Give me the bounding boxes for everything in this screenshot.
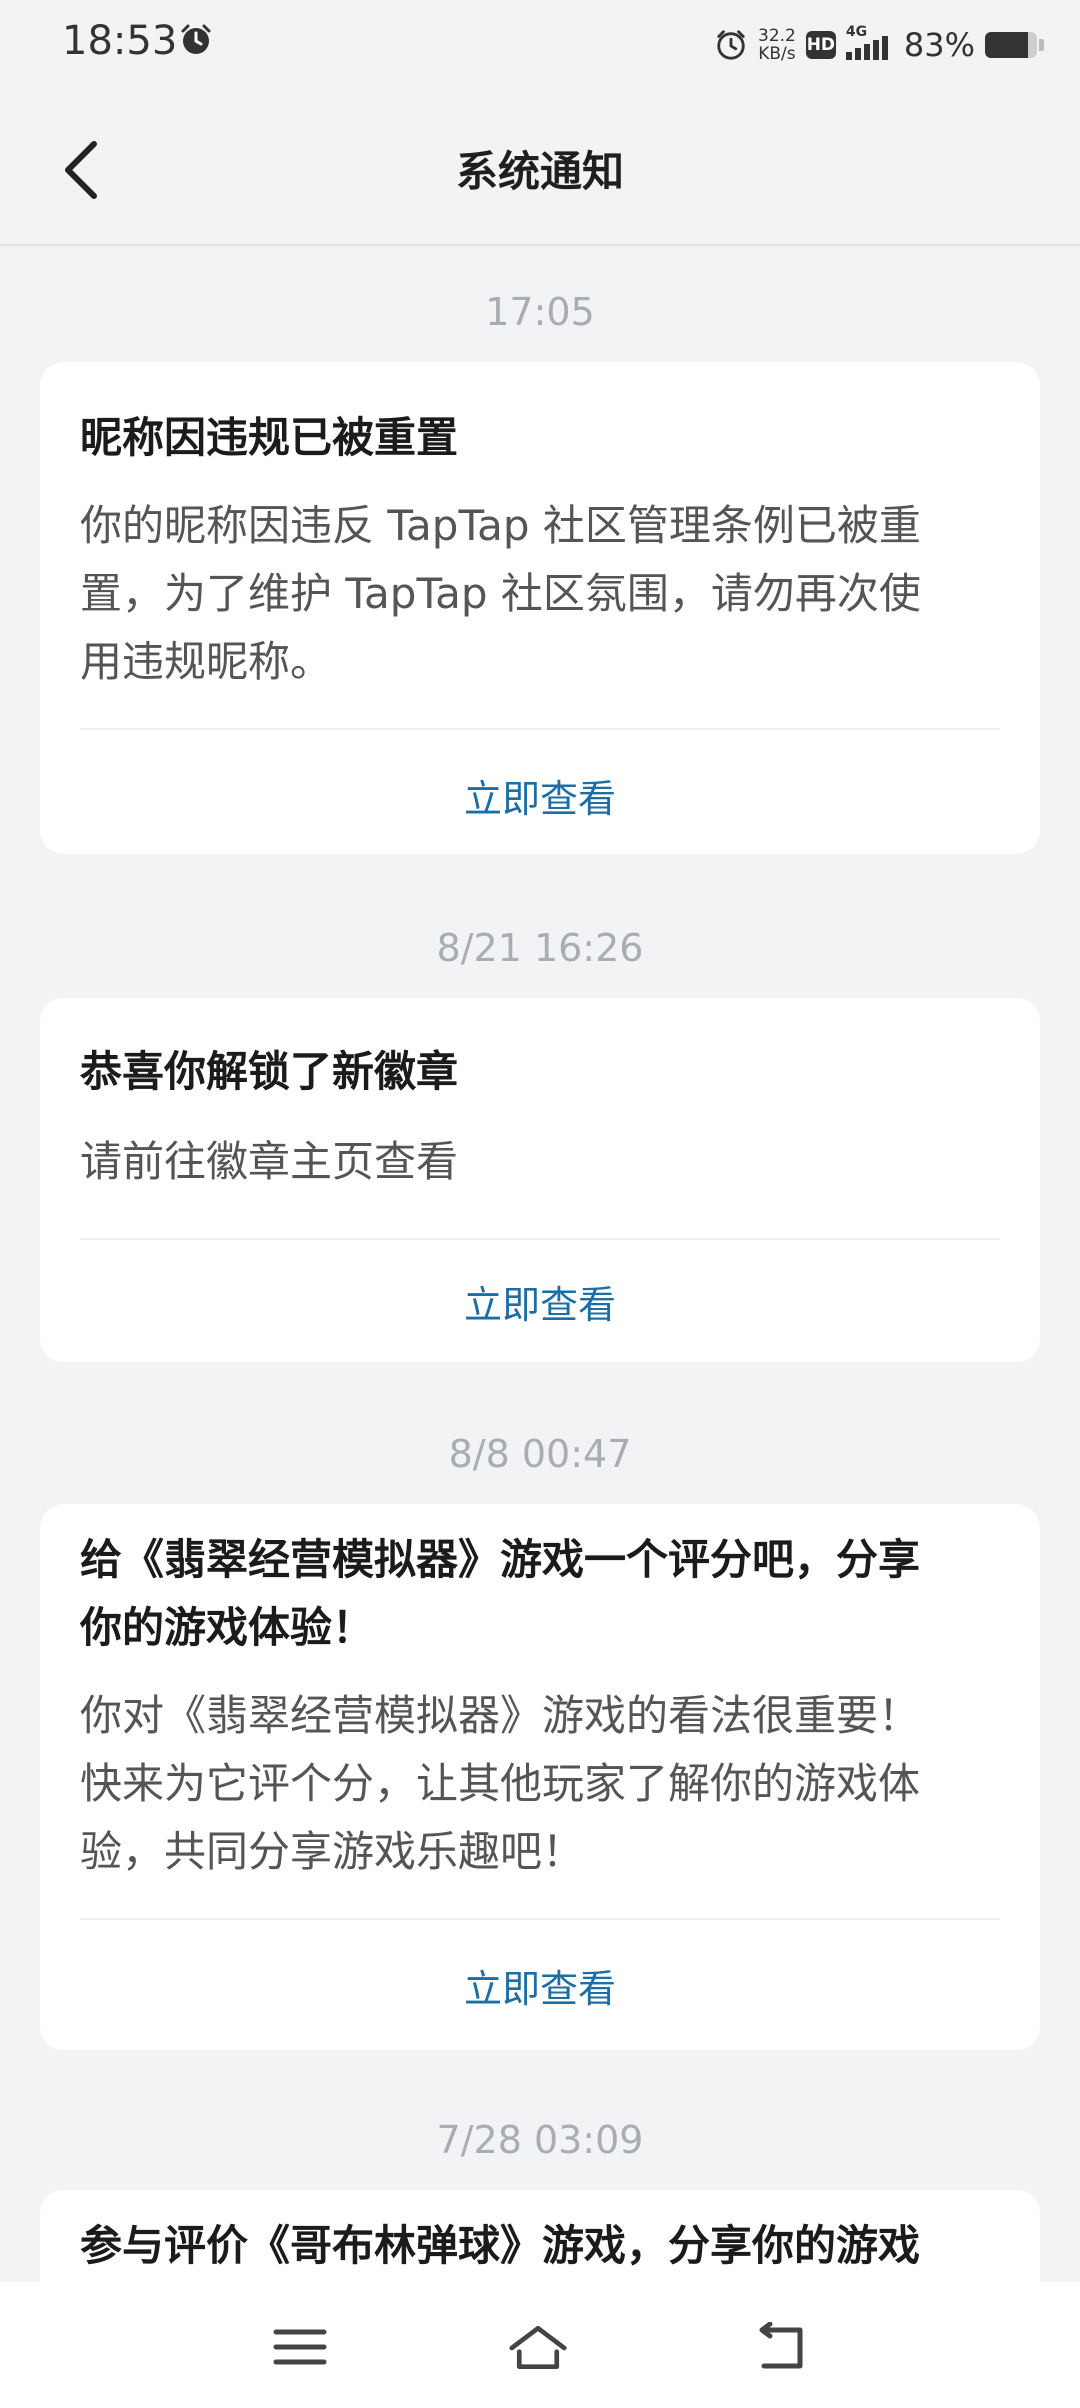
net-speed-value: 32.2 xyxy=(758,26,796,46)
notification-title: 参与评价《哥布林弹球》游戏，分享你的游戏 xyxy=(80,2212,1000,2280)
net-speed: 32.2 KB/s xyxy=(758,27,796,63)
notification-title-line: 给《翡翠经营模拟器》游戏一个评分吧，分享 xyxy=(80,1535,921,1584)
page-title: 系统通知 xyxy=(455,147,624,196)
battery-fill xyxy=(985,32,1029,58)
notification-body: 你的昵称因违反 TapTap 社区管理条例已被重 置，为了维护 TapTap 社… xyxy=(80,492,1000,696)
notification-card[interactable]: 参与评价《哥布林弹球》游戏，分享你的游戏 xyxy=(40,2190,1040,2282)
app-header: 系统通知 xyxy=(0,90,1080,246)
system-nav-bar xyxy=(0,2282,1080,2408)
notification-body: 请前往徽章主页查看 xyxy=(80,1128,1000,1196)
notification-time: 8/8 00:47 xyxy=(448,1432,632,1476)
notification-time: 17:05 xyxy=(485,290,595,334)
status-time: 18:53 xyxy=(62,18,178,64)
notification-time: 7/28 03:09 xyxy=(436,2118,644,2162)
battery-icon xyxy=(985,32,1037,58)
back-icon[interactable] xyxy=(750,2322,810,2372)
signal-icon: 4G xyxy=(845,24,894,60)
view-now-link[interactable]: 立即查看 xyxy=(40,768,1040,823)
notification-body-line: 用违规昵称。 xyxy=(80,637,333,686)
battery-cap xyxy=(1039,39,1044,51)
notification-title: 给《翡翠经营模拟器》游戏一个评分吧，分享 你的游戏体验！ xyxy=(80,1526,1000,1662)
home-icon[interactable] xyxy=(508,2322,568,2372)
alarm-icon xyxy=(717,30,745,60)
notification-list[interactable]: 17:05 昵称因违规已被重置 你的昵称因违反 TapTap 社区管理条例已被重… xyxy=(0,246,1080,2282)
alarm-icon xyxy=(181,24,211,54)
notification-body-line: 快来为它评个分，让其他玩家了解你的游戏体 xyxy=(80,1759,921,1808)
notification-time: 8/21 16:26 xyxy=(436,926,644,970)
net-speed-unit: KB/s xyxy=(758,44,796,64)
notification-title-line: 参与评价《哥布林弹球》游戏，分享你的游戏 xyxy=(80,2221,921,2270)
notification-card[interactable]: 昵称因违规已被重置 你的昵称因违反 TapTap 社区管理条例已被重 置，为了维… xyxy=(40,362,1040,854)
notification-card[interactable]: 给《翡翠经营模拟器》游戏一个评分吧，分享 你的游戏体验！ 你对《翡翠经营模拟器》… xyxy=(40,1504,1040,2050)
view-now-link[interactable]: 立即查看 xyxy=(40,1274,1040,1329)
notification-body-line: 请前往徽章主页查看 xyxy=(80,1137,459,1186)
menu-icon[interactable] xyxy=(270,2322,330,2372)
hd-icon: HD xyxy=(805,31,836,59)
notification-title: 恭喜你解锁了新徽章 xyxy=(80,1047,459,1096)
notification-title-line: 你的游戏体验！ xyxy=(80,1603,375,1652)
notification-body-line: 验，共同分享游戏乐趣吧！ xyxy=(80,1827,585,1876)
divider xyxy=(80,728,1000,730)
battery-percent: 83% xyxy=(903,26,975,64)
divider xyxy=(80,1238,1000,1240)
notification-body-line: 你对《翡翠经营模拟器》游戏的看法很重要！ xyxy=(80,1691,921,1740)
notification-body: 你对《翡翠经营模拟器》游戏的看法很重要！ 快来为它评个分，让其他玩家了解你的游戏… xyxy=(80,1682,1000,1886)
notification-body-line: 你的昵称因违反 TapTap 社区管理条例已被重 xyxy=(80,501,921,550)
notification-title: 昵称因违规已被重置 xyxy=(80,413,459,462)
notification-body-line: 置，为了维护 TapTap 社区氛围，请勿再次使 xyxy=(80,569,921,618)
status-bar: 18:53 32.2 KB/s HD 4G 83% xyxy=(0,0,1080,90)
status-right-group: 32.2 KB/s HD 4G 83% xyxy=(714,20,1044,70)
notification-card[interactable]: 恭喜你解锁了新徽章 请前往徽章主页查看 立即查看 xyxy=(40,998,1040,1362)
divider xyxy=(80,1918,1000,1920)
view-now-link[interactable]: 立即查看 xyxy=(40,1958,1040,2013)
network-type: 4G xyxy=(845,24,868,40)
